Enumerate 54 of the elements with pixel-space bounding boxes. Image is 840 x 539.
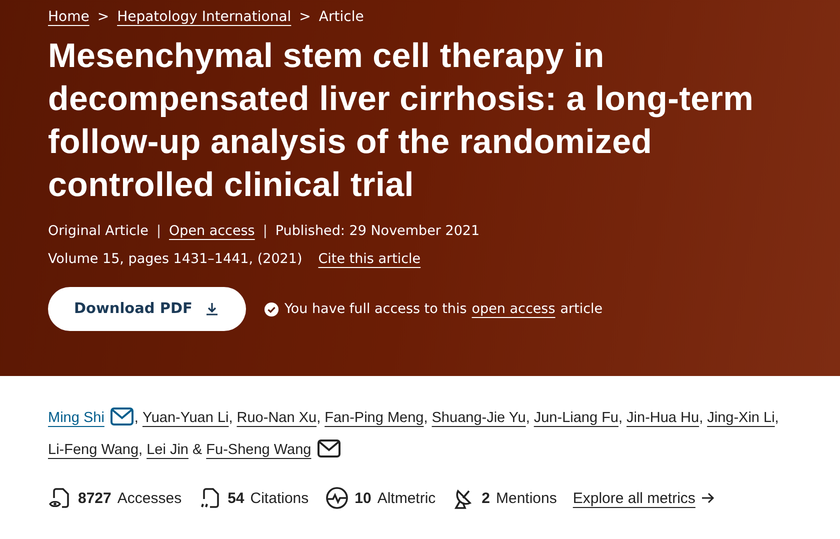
author-separator: , xyxy=(699,410,704,426)
document-eye-icon xyxy=(48,486,72,510)
arrow-right-icon xyxy=(701,491,716,505)
metric-count: 8727 xyxy=(78,490,112,506)
open-access-link[interactable]: open access xyxy=(472,301,556,317)
author-link[interactable]: Fan-Ping Meng xyxy=(324,410,424,426)
author-link[interactable]: Yuan-Yuan Li xyxy=(142,410,229,426)
metric-count: 2 xyxy=(482,490,490,506)
access-note-text: You have full access to this xyxy=(284,301,467,317)
breadcrumb-link[interactable]: Home xyxy=(48,9,90,25)
author-separator: , xyxy=(618,410,623,426)
breadcrumb-separator: > xyxy=(299,9,311,25)
email-icon[interactable] xyxy=(317,439,342,458)
metric-label: Altmetric xyxy=(377,490,436,506)
download-pdf-button[interactable]: Download PDF xyxy=(48,287,246,331)
cite-link[interactable]: Cite this article xyxy=(318,251,421,267)
meta-text: Original Article xyxy=(48,223,148,239)
pulse-circle-icon xyxy=(324,486,349,510)
author-separator: , xyxy=(138,442,143,458)
author-link[interactable]: Ruo-Nan Xu xyxy=(236,410,317,426)
author-separator: , xyxy=(316,410,321,426)
author-separator: , xyxy=(526,410,530,426)
breadcrumb-link[interactable]: Hepatology International xyxy=(117,9,292,25)
breadcrumb-current: Article xyxy=(318,9,364,25)
author-separator: , xyxy=(228,410,233,426)
access-note-text: article xyxy=(560,301,603,317)
meta-separator: | xyxy=(262,223,268,239)
author-link[interactable]: Lei Jin xyxy=(146,442,188,458)
volume-text: Volume 15, pages 1431–1441, (2021) xyxy=(48,251,302,267)
download-icon xyxy=(204,301,220,317)
author-link[interactable]: Ming Shi xyxy=(48,410,134,426)
meta-text: Published: 29 November 2021 xyxy=(275,223,480,239)
email-icon[interactable] xyxy=(110,407,134,426)
author-separator: , xyxy=(774,410,779,426)
metric-count: 54 xyxy=(228,490,244,506)
metric-label: Accesses xyxy=(117,490,182,506)
author-link[interactable]: Li-Feng Wang xyxy=(48,442,139,458)
author-separator: & xyxy=(192,442,202,458)
metric-label: Citations xyxy=(250,490,309,506)
meta-separator: | xyxy=(156,223,161,239)
explore-metrics-link[interactable]: Explore all metrics xyxy=(572,490,716,506)
author-separator: , xyxy=(424,410,428,426)
author-link[interactable]: Jin-Hua Hu xyxy=(626,410,700,426)
open-access-link[interactable]: Open access xyxy=(169,223,255,239)
author-separator: , xyxy=(134,410,138,426)
article-title: Mesenchymal stem cell therapy in decompensated liver cirrhosis: a long-term follow-up analysis of the randomized controlled clinical trial xyxy=(48,36,755,206)
check-circle-icon xyxy=(264,302,280,316)
author-link[interactable]: Shuang-Jie Yu xyxy=(432,410,526,426)
breadcrumb-separator: > xyxy=(97,9,110,25)
metric-label: Mentions xyxy=(496,490,557,506)
metric-count: 10 xyxy=(354,490,372,506)
author-link[interactable]: Fu-Sheng Wang xyxy=(206,442,342,458)
author-link[interactable]: Jing-Xin Li xyxy=(707,410,775,426)
author-link[interactable]: Jun-Liang Fu xyxy=(534,410,618,426)
